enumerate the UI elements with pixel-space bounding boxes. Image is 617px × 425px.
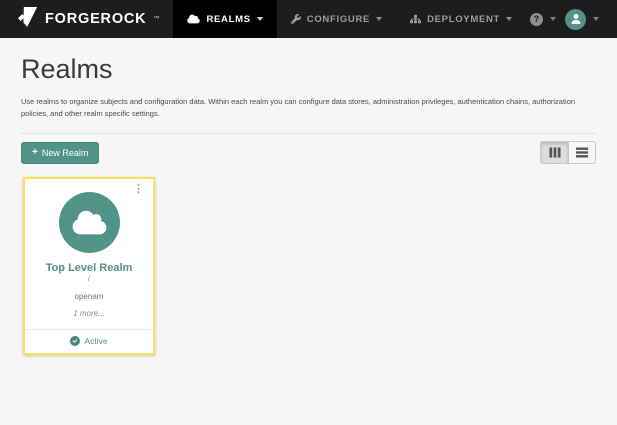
page-description: Use realms to organize subjects and conf… — [21, 96, 596, 120]
realm-card-grid: ⋮ Top Level Realm / openam 1 more... Act… — [21, 177, 596, 355]
list-view-button[interactable] — [568, 142, 595, 163]
realm-avatar — [59, 192, 120, 253]
help-icon: ? — [530, 13, 543, 26]
toolbar: + New Realm — [21, 141, 596, 164]
chevron-down-icon — [376, 17, 382, 21]
realm-status-footer: Active — [25, 329, 153, 353]
status-badge: Active — [84, 336, 107, 346]
chevron-down-icon — [506, 17, 512, 21]
list-view-icon — [576, 147, 588, 158]
forgerock-logo[interactable]: FORGEROCK ™ — [0, 0, 173, 38]
grid-view-button[interactable] — [541, 142, 568, 163]
new-realm-button-label: New Realm — [42, 148, 89, 158]
realm-path: / — [25, 276, 153, 283]
nav-item-label: REALMS — [206, 14, 250, 25]
nav-item-deployment[interactable]: DEPLOYMENT — [396, 0, 526, 38]
user-menu[interactable] — [565, 9, 599, 30]
nav-item-label: CONFIGURE — [307, 14, 370, 25]
page-title: Realms — [21, 54, 596, 85]
forgerock-logo-icon — [18, 6, 38, 33]
cloud-icon — [187, 14, 200, 24]
top-navbar: FORGEROCK ™ REALMS CONFIGURE DEPLOYMENT — [0, 0, 617, 38]
view-toggle-group — [540, 141, 596, 164]
nav-item-realms[interactable]: REALMS — [173, 0, 276, 38]
sitemap-icon — [410, 14, 421, 24]
realm-alias: openam — [25, 292, 153, 301]
wrench-icon — [291, 14, 301, 24]
nav-item-configure[interactable]: CONFIGURE — [277, 0, 396, 38]
grid-view-icon — [549, 147, 561, 158]
cloud-icon — [72, 209, 107, 236]
check-circle-icon — [70, 336, 80, 346]
avatar — [565, 9, 586, 30]
navbar-right-group: ? — [530, 0, 617, 38]
kebab-menu-icon[interactable]: ⋮ — [131, 182, 146, 197]
chevron-down-icon — [257, 17, 263, 21]
help-menu[interactable]: ? — [530, 13, 556, 26]
plus-icon: + — [32, 148, 38, 158]
brand-name: FORGEROCK — [45, 11, 146, 27]
main-content: Realms Use realms to organize subjects a… — [0, 54, 617, 355]
nav-item-label: DEPLOYMENT — [427, 14, 500, 25]
new-realm-button[interactable]: + New Realm — [21, 142, 99, 164]
realm-name-link[interactable]: Top Level Realm — [25, 262, 153, 274]
divider — [21, 133, 596, 134]
chevron-down-icon — [550, 17, 556, 21]
chevron-down-icon — [593, 17, 599, 21]
realm-card-top-level[interactable]: ⋮ Top Level Realm / openam 1 more... Act… — [23, 177, 155, 355]
realm-more-link[interactable]: 1 more... — [73, 309, 105, 318]
trademark-mark: ™ — [153, 16, 159, 22]
